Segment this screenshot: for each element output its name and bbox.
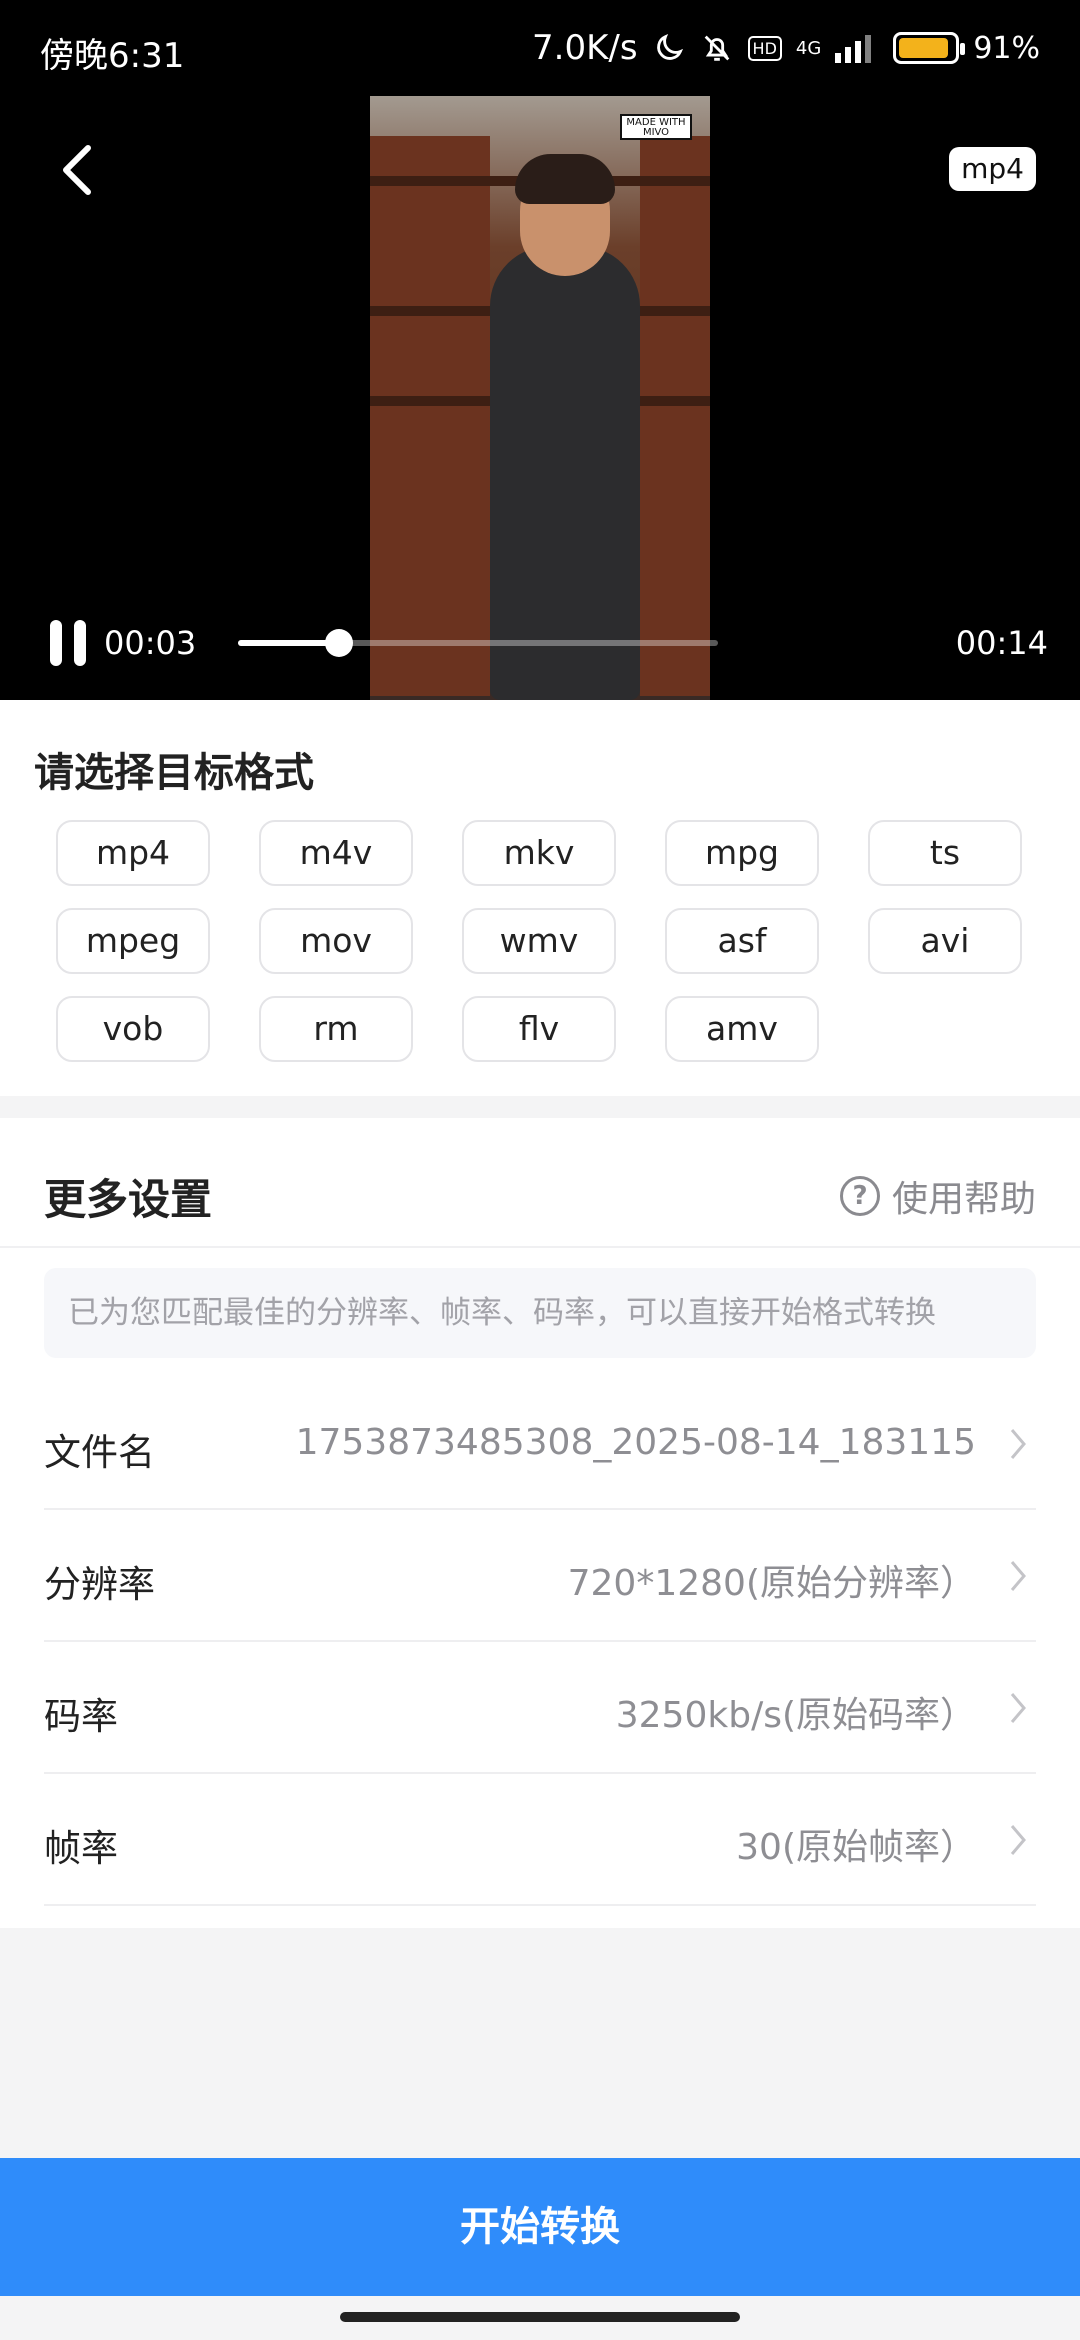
format-option-amv[interactable]: amv bbox=[665, 996, 819, 1062]
setting-label: 分辨率 bbox=[44, 1563, 155, 1606]
chevron-right-icon bbox=[1010, 1825, 1026, 1855]
pause-bar-right bbox=[74, 620, 86, 666]
settings-tip: 已为您匹配最佳的分辨率、帧率、码率，可以直接开始格式转换 bbox=[44, 1268, 1036, 1358]
current-format-badge: mp4 bbox=[949, 147, 1036, 191]
format-option-asf[interactable]: asf bbox=[665, 908, 819, 974]
help-label: 使用帮助 bbox=[891, 1179, 1036, 1220]
setting-row-framerate[interactable]: 帧率 30(原始帧率） bbox=[44, 1774, 1036, 1906]
battery-icon bbox=[893, 32, 966, 64]
person-body bbox=[490, 246, 640, 700]
setting-value: 30(原始帧率） bbox=[736, 1827, 976, 1868]
person-hair bbox=[515, 154, 615, 204]
back-button[interactable] bbox=[52, 140, 102, 200]
format-option-vob[interactable]: vob bbox=[56, 996, 210, 1062]
battery-percent: 91% bbox=[973, 30, 1040, 66]
settings-title: 更多设置 bbox=[44, 1175, 213, 1224]
help-link[interactable]: ? 使用帮助 bbox=[839, 1170, 1036, 1222]
setting-row-bitrate[interactable]: 码率 3250kb/s(原始码率） bbox=[44, 1642, 1036, 1774]
format-option-mov[interactable]: mov bbox=[259, 908, 413, 974]
total-time: 00:14 bbox=[955, 624, 1048, 662]
progress-handle[interactable] bbox=[324, 629, 353, 657]
format-option-avi[interactable]: avi bbox=[868, 908, 1022, 974]
bell-off-icon bbox=[704, 35, 729, 61]
format-section-title: 请选择目标格式 bbox=[34, 750, 314, 796]
divider bbox=[0, 1246, 1080, 1248]
moon-icon bbox=[656, 33, 683, 60]
progress-fill bbox=[238, 640, 339, 646]
chevron-right-icon bbox=[1010, 1693, 1026, 1723]
setting-label: 文件名 bbox=[44, 1431, 155, 1474]
signal-icon bbox=[835, 35, 872, 63]
home-indicator[interactable] bbox=[340, 2312, 740, 2322]
network-type: 4G bbox=[795, 37, 822, 59]
format-option-mpg[interactable]: mpg bbox=[665, 820, 819, 886]
chevron-right-icon bbox=[1010, 1561, 1026, 1591]
format-option-mkv[interactable]: mkv bbox=[462, 820, 616, 886]
setting-label: 帧率 bbox=[44, 1827, 118, 1870]
chevron-right-icon bbox=[1010, 1429, 1026, 1459]
setting-row-filename[interactable]: 文件名 1753873485308_2025-08-14_183115 bbox=[44, 1378, 1036, 1510]
battery-fill bbox=[899, 38, 949, 58]
status-time: 傍晚6:31 bbox=[40, 36, 185, 76]
pause-button[interactable] bbox=[50, 620, 90, 666]
status-icons: 7.0K/s HD 4G 91% bbox=[532, 28, 1040, 68]
cabinet-right bbox=[640, 136, 710, 696]
watermark-text: MADE WITH MIVO bbox=[626, 117, 686, 138]
format-option-mp4[interactable]: mp4 bbox=[56, 820, 210, 886]
watermark-logo: MADE WITH MIVO bbox=[620, 114, 692, 140]
format-option-m4v[interactable]: m4v bbox=[259, 820, 413, 886]
setting-value: 3250kb/s(原始码率） bbox=[615, 1695, 976, 1736]
setting-value: 1753873485308_2025-08-14_183115 bbox=[295, 1422, 976, 1463]
pause-bar-left bbox=[50, 620, 62, 666]
question-icon: ? bbox=[839, 1176, 880, 1216]
format-option-mpeg[interactable]: mpeg bbox=[56, 908, 210, 974]
start-convert-button[interactable]: 开始转换 bbox=[0, 2158, 1080, 2296]
status-bar: 傍晚6:31 7.0K/s HD 4G 91% bbox=[0, 0, 1080, 96]
video-player[interactable]: 傍晚6:31 7.0K/s HD 4G 91% MADE WITH MIVO m… bbox=[0, 0, 1080, 700]
format-option-ts[interactable]: ts bbox=[868, 820, 1022, 886]
format-selection-panel: 请选择目标格式 mp4 m4v mkv mpg ts mpeg mov wmv … bbox=[0, 700, 1080, 1096]
setting-value: 720*1280(原始分辨率） bbox=[567, 1563, 976, 1604]
setting-row-resolution[interactable]: 分辨率 720*1280(原始分辨率） bbox=[44, 1510, 1036, 1642]
more-settings-panel: 更多设置 ? 使用帮助 已为您匹配最佳的分辨率、帧率、码率，可以直接开始格式转换… bbox=[0, 1118, 1080, 1928]
chevron-left-icon bbox=[63, 145, 91, 195]
format-option-flv[interactable]: flv bbox=[462, 996, 616, 1062]
current-time: 00:03 bbox=[104, 624, 197, 662]
format-option-wmv[interactable]: wmv bbox=[462, 908, 616, 974]
progress-slider[interactable] bbox=[238, 629, 718, 657]
hd-icon: HD bbox=[747, 35, 782, 61]
network-speed: 7.0K/s bbox=[532, 28, 638, 68]
format-option-rm[interactable]: rm bbox=[259, 996, 413, 1062]
video-frame: MADE WITH MIVO bbox=[370, 96, 710, 700]
setting-label: 码率 bbox=[44, 1695, 118, 1738]
cabinet-left bbox=[370, 136, 490, 696]
